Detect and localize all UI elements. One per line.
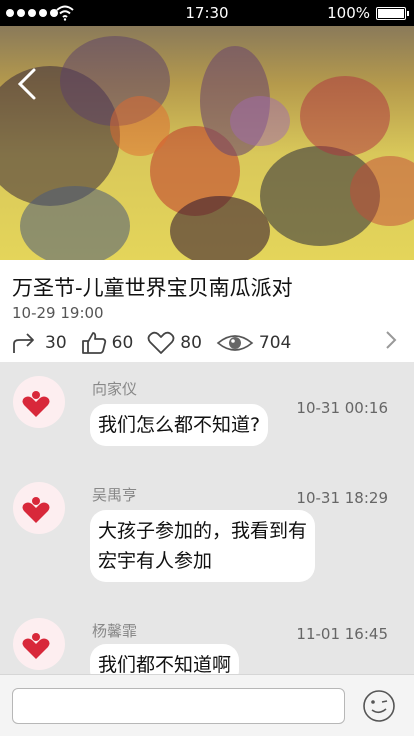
comment-time: 10-31 00:16: [296, 399, 388, 417]
eye-icon: [216, 335, 254, 351]
like-button[interactable]: 60: [81, 331, 134, 355]
share-count: 30: [45, 333, 67, 353]
heart-icon: [147, 331, 175, 354]
comment-author: 向家仪: [92, 380, 138, 398]
chevron-right-icon[interactable]: [384, 329, 398, 351]
comment-time: 10-31 18:29: [296, 489, 388, 507]
emoji-button[interactable]: [362, 689, 396, 723]
battery-percent: 100%: [327, 4, 370, 22]
share-icon: [13, 333, 34, 353]
event-stats: 30 60 80 704: [12, 328, 305, 358]
comment-author: 吴禺亨: [92, 486, 138, 504]
comment-text-line: 宏宇有人参加: [98, 550, 213, 572]
like-count: 60: [111, 333, 134, 353]
status-bar: 17:30 100%: [0, 0, 414, 26]
view-count: 704: [258, 333, 292, 353]
comment-text-line: 大孩子参加的，我看到有: [98, 520, 308, 542]
thumbs-up-icon: [81, 332, 106, 354]
heart-person-icon: [22, 391, 50, 417]
heart-person-icon: [22, 497, 50, 523]
comment-time: 11-01 16:45: [296, 625, 388, 643]
comment-bubble: 我们怎么都不知道?: [90, 404, 269, 446]
event-datetime: 10-29 19:00: [12, 304, 104, 322]
comment-input-bar: [0, 674, 414, 736]
share-button[interactable]: 30: [12, 331, 67, 355]
avatar[interactable]: [13, 376, 65, 428]
battery-icon: [376, 7, 409, 20]
heart-person-icon: [22, 633, 50, 659]
event-info-panel: 万圣节-儿童世界宝贝南瓜派对 10-29 19:00 30 60 80 704: [0, 260, 414, 362]
favorite-count: 80: [180, 333, 202, 353]
comment-author: 杨馨霏: [92, 622, 138, 640]
avatar[interactable]: [13, 482, 65, 534]
avatar[interactable]: [13, 618, 65, 670]
views-stat: 704: [216, 331, 291, 355]
comment-bubble: 大孩子参加的，我看到有 宏宇有人参加: [90, 510, 316, 582]
favorite-button[interactable]: 80: [147, 331, 202, 355]
event-photo: [0, 26, 414, 260]
event-title: 万圣节-儿童世界宝贝南瓜派对: [12, 276, 293, 300]
comment-input[interactable]: [12, 688, 345, 724]
comment-bubble: 我们都不知道啊: [90, 644, 240, 674]
back-button[interactable]: [12, 64, 44, 104]
comment-list[interactable]: 向家仪 10-31 00:16 我们怎么都不知道? 吴禺亨 10-31 18:2…: [0, 362, 414, 674]
